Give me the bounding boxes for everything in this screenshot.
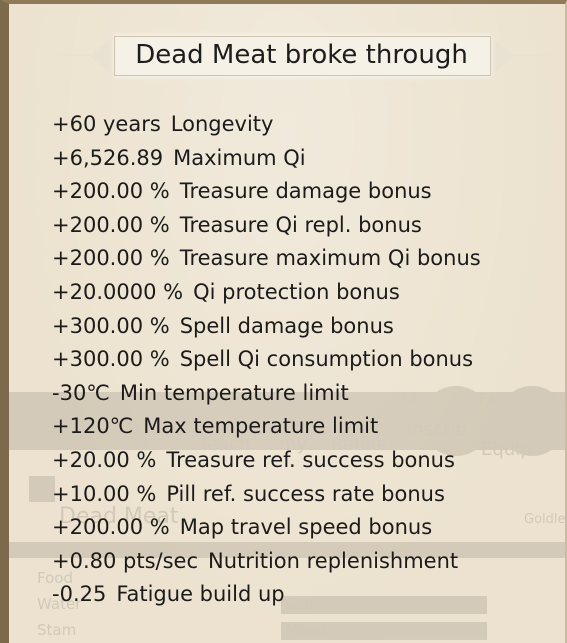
stat-label: Treasure ref. success bonus — [166, 447, 455, 472]
stat-label: Max temperature limit — [143, 414, 379, 439]
stat-qi-protection-bonus: +20.0000 % Qi protection bonus — [52, 276, 481, 310]
stat-value: +20.00 % — [52, 447, 157, 472]
stat-min-temperature-limit: -30℃ Min temperature limit — [52, 377, 481, 411]
stat-label: Qi protection bonus — [193, 279, 400, 304]
breakthrough-dialog: F3 F4 F5 Teach my Refine Inscrib Equip D… — [0, 0, 567, 643]
dialog-title: Dead Meat broke through — [135, 40, 468, 70]
stat-value: +300.00 % — [52, 347, 170, 372]
stat-label: Treasure maximum Qi bonus — [179, 246, 481, 271]
stat-label: Pill ref. success rate bonus — [166, 481, 445, 506]
background-bar-label: Stam — [37, 621, 77, 639]
stat-value: +200.00 % — [52, 212, 170, 237]
stat-value: +20.0000 % — [52, 279, 184, 304]
stat-label: Treasure Qi repl. bonus — [179, 212, 422, 237]
stat-value: +200.00 % — [52, 179, 170, 204]
stat-value: +6,526.89 — [52, 145, 164, 170]
background-round-button — [549, 386, 565, 456]
stat-longevity: +60 years Longevity — [52, 108, 481, 142]
stat-value: -30℃ — [52, 380, 110, 405]
stat-label: Map travel speed bonus — [179, 515, 433, 540]
banner-left-ornament — [89, 36, 115, 76]
stat-label: Spell Qi consumption bonus — [179, 347, 474, 372]
background-label: Goldlen — [524, 512, 566, 527]
stat-treasure-ref-success-bonus: +20.00 % Treasure ref. success bonus — [52, 444, 481, 478]
stat-maximum-qi: +6,526.89 Maximum Qi — [52, 142, 481, 176]
stat-value: +200.00 % — [52, 515, 170, 540]
stat-nutrition-replenishment: +0.80 pts/sec Nutrition replenishment — [52, 545, 481, 579]
stat-value: +120℃ — [52, 414, 134, 439]
stat-label: Nutrition replenishment — [208, 548, 459, 573]
stat-spell-qi-consumption-bonus: +300.00 % Spell Qi consumption bonus — [52, 343, 481, 377]
stat-value: +0.80 pts/sec — [52, 548, 199, 573]
background-round-button — [497, 386, 565, 456]
stat-pill-ref-success-rate-bonus: +10.00 % Pill ref. success rate bonus — [52, 478, 481, 512]
stat-value: +300.00 % — [52, 313, 170, 338]
title-banner: Dead Meat broke through — [49, 32, 559, 78]
stat-label: Maximum Qi — [173, 145, 306, 170]
stat-value: +200.00 % — [52, 246, 170, 271]
stat-fatigue-build-up: -0.25 Fatigue build up — [52, 578, 481, 612]
stat-label: Spell damage bonus — [179, 313, 394, 338]
background-bar-label: Mood — [285, 621, 326, 639]
stat-value: +10.00 % — [52, 481, 157, 506]
background-button-label: Equip — [481, 439, 532, 460]
stat-label: Treasure damage bonus — [179, 179, 432, 204]
breakthrough-stat-list: +60 years Longevity +6,526.89 Maximum Qi +… — [52, 108, 481, 612]
background-hotkey: F5 — [551, 392, 567, 407]
stat-max-temperature-limit: +120℃ Max temperature limit — [52, 410, 481, 444]
stat-treasure-maximum-qi-bonus: +200.00 % Treasure maximum Qi bonus — [52, 242, 481, 276]
background-hotkey: F4 — [479, 392, 495, 407]
stat-label: Min temperature limit — [119, 380, 349, 405]
stat-map-travel-speed-bonus: +200.00 % Map travel speed bonus — [52, 511, 481, 545]
banner-right-ornament — [489, 36, 515, 76]
stat-treasure-qi-repl-bonus: +200.00 % Treasure Qi repl. bonus — [52, 209, 481, 243]
stat-value: +60 years — [52, 112, 161, 136]
stat-label: Longevity — [170, 112, 274, 136]
stat-treasure-damage-bonus: +200.00 % Treasure damage bonus — [52, 175, 481, 209]
stat-spell-damage-bonus: +300.00 % Spell damage bonus — [52, 310, 481, 344]
stat-value: -0.25 — [52, 582, 107, 607]
stat-label: Fatigue build up — [116, 582, 285, 607]
background-bar — [281, 622, 487, 640]
